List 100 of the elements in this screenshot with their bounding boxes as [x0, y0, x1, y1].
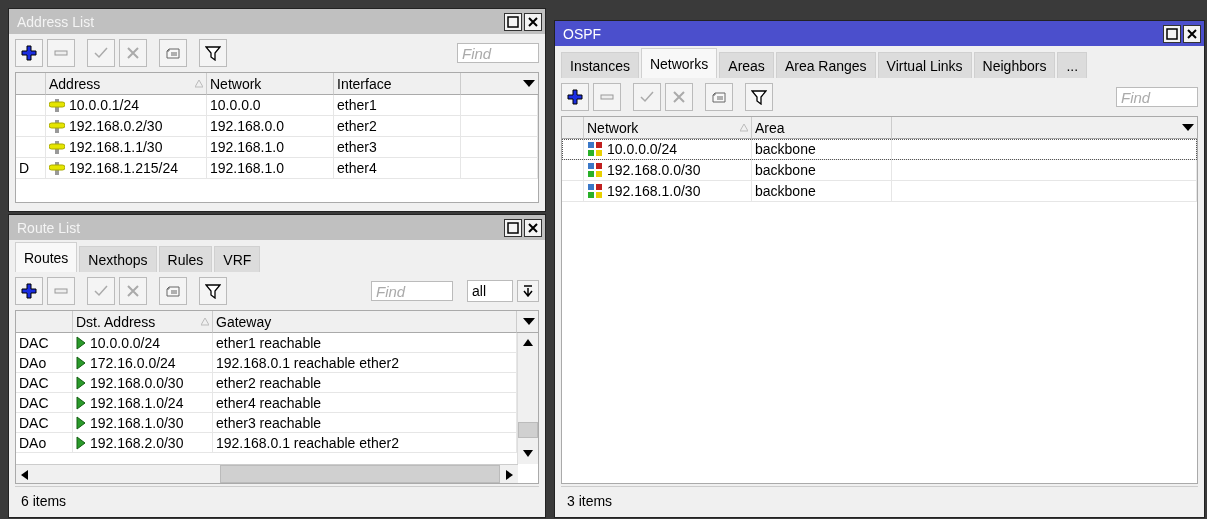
sort-icon	[201, 317, 209, 326]
column-header[interactable]	[461, 73, 538, 95]
column-menu-icon	[523, 317, 535, 326]
tab[interactable]: Virtual Links	[877, 52, 972, 78]
table-cell: 192.168.0.1 reachable ether2	[213, 353, 517, 373]
close-button[interactable]	[524, 218, 542, 237]
table-cell: 192.168.0.2/30	[69, 118, 163, 134]
tab[interactable]: Networks	[640, 48, 718, 78]
status-text: 3 items	[567, 493, 613, 509]
plus-icon	[567, 89, 583, 105]
cross-icon	[125, 283, 141, 299]
column-header[interactable]	[517, 311, 538, 333]
play-icon	[76, 435, 86, 450]
table-cell: 192.168.0.1 reachable ether2	[213, 433, 517, 453]
toolbar-button[interactable]	[745, 83, 773, 111]
column-header[interactable]: Network	[207, 73, 334, 95]
close-icon	[527, 221, 539, 234]
table-cell: ether1 reachable	[213, 333, 517, 353]
arrow-up-icon	[523, 339, 533, 347]
note-icon	[165, 283, 181, 299]
plug-icon	[49, 119, 65, 133]
tab[interactable]: Nexthops	[79, 246, 157, 272]
arrow-right-icon	[505, 470, 513, 480]
plus-icon	[21, 45, 37, 61]
table-cell: DAo	[16, 353, 73, 373]
maximize-button[interactable]	[504, 218, 522, 237]
toolbar-button[interactable]	[199, 277, 227, 305]
table-cell: 192.168.1.0/30	[90, 414, 184, 431]
table-cell: ether3 reachable	[213, 413, 517, 433]
table-cell: ether1	[334, 95, 461, 116]
tab[interactable]: VRF	[214, 246, 261, 272]
close-icon	[527, 15, 539, 28]
cross-icon	[671, 89, 687, 105]
table-row[interactable]: 10.0.0.0/24 backbone	[562, 139, 1197, 160]
column-header[interactable]: Network	[584, 117, 752, 139]
filter-icon	[205, 283, 221, 299]
close-button[interactable]	[1183, 24, 1201, 43]
tab[interactable]: Routes	[15, 242, 78, 272]
column-header[interactable]: Interface	[334, 73, 461, 95]
toolbar-button[interactable]	[15, 277, 43, 305]
toolbar-button[interactable]	[199, 39, 227, 67]
tab[interactable]: Area Ranges	[775, 52, 876, 78]
play-icon	[76, 415, 86, 430]
filter-icon	[205, 45, 221, 61]
table-cell: DAC	[16, 393, 73, 413]
column-menu-icon	[1182, 123, 1194, 132]
tab[interactable]: Instances	[561, 52, 639, 78]
table-cell: backbone	[752, 160, 892, 181]
column-header[interactable]: Area	[752, 117, 892, 139]
column-header[interactable]: Address	[46, 73, 207, 95]
scrollbar[interactable]	[517, 333, 538, 464]
play-icon	[76, 375, 86, 390]
table-cell: ether3	[334, 137, 461, 158]
maximize-button[interactable]	[504, 12, 522, 31]
table-cell: ether2 reachable	[213, 373, 517, 393]
dropdown-button[interactable]	[517, 280, 539, 302]
find-field[interactable]: Find	[1116, 87, 1198, 107]
close-button[interactable]	[524, 12, 542, 31]
window-title: OSPF	[563, 25, 603, 42]
table-cell: ether4 reachable	[213, 393, 517, 413]
scrollbar[interactable]	[16, 464, 518, 483]
filter-icon	[751, 89, 767, 105]
scroll-thumb[interactable]	[220, 465, 500, 483]
table-cell: 192.168.1.1/30	[69, 139, 163, 155]
toolbar-button[interactable]	[561, 83, 589, 111]
table-cell: 10.0.0.1/24	[69, 97, 140, 113]
table-cell: ether4	[334, 158, 461, 179]
tab[interactable]: Rules	[158, 246, 213, 272]
play-icon	[76, 395, 86, 410]
cross-icon	[125, 45, 141, 61]
column-header[interactable]: Gateway	[213, 311, 517, 333]
note-icon	[165, 45, 181, 61]
arrow-left-icon	[21, 470, 29, 480]
table-cell: DAC	[16, 373, 73, 393]
table-cell: backbone	[752, 181, 892, 202]
sort-icon	[740, 123, 748, 132]
toolbar-button[interactable]	[15, 39, 43, 67]
arrow-down-icon	[523, 450, 533, 458]
tab[interactable]: Neighbors	[973, 52, 1056, 78]
column-header[interactable]: Dst. Address	[73, 311, 213, 333]
plug-icon	[49, 140, 65, 154]
table-cell: 10.0.0.0/24	[607, 141, 678, 157]
scroll-thumb[interactable]	[518, 422, 538, 438]
sort-icon	[195, 79, 203, 88]
table-cell: 192.168.0.0/30	[90, 374, 184, 391]
checkmark-icon	[93, 45, 109, 61]
status-text: 6 items	[21, 493, 67, 509]
table-cell: 192.168.0.0	[207, 116, 334, 137]
grid-icon	[587, 162, 603, 178]
find-field[interactable]: Find	[371, 281, 453, 301]
tab[interactable]: ...	[1057, 52, 1088, 78]
maximize-button[interactable]	[1163, 24, 1181, 43]
find-field[interactable]: Find	[457, 43, 539, 63]
table-cell: D	[16, 158, 46, 179]
table-cell: 192.168.1.0	[207, 137, 334, 158]
tab[interactable]: Areas	[719, 52, 774, 78]
table-cell: DAC	[16, 333, 73, 353]
table-cell: 10.0.0.0/24	[90, 334, 161, 351]
filter-select[interactable]: all	[467, 280, 513, 302]
table-cell: 192.168.0.0/30	[607, 162, 701, 178]
